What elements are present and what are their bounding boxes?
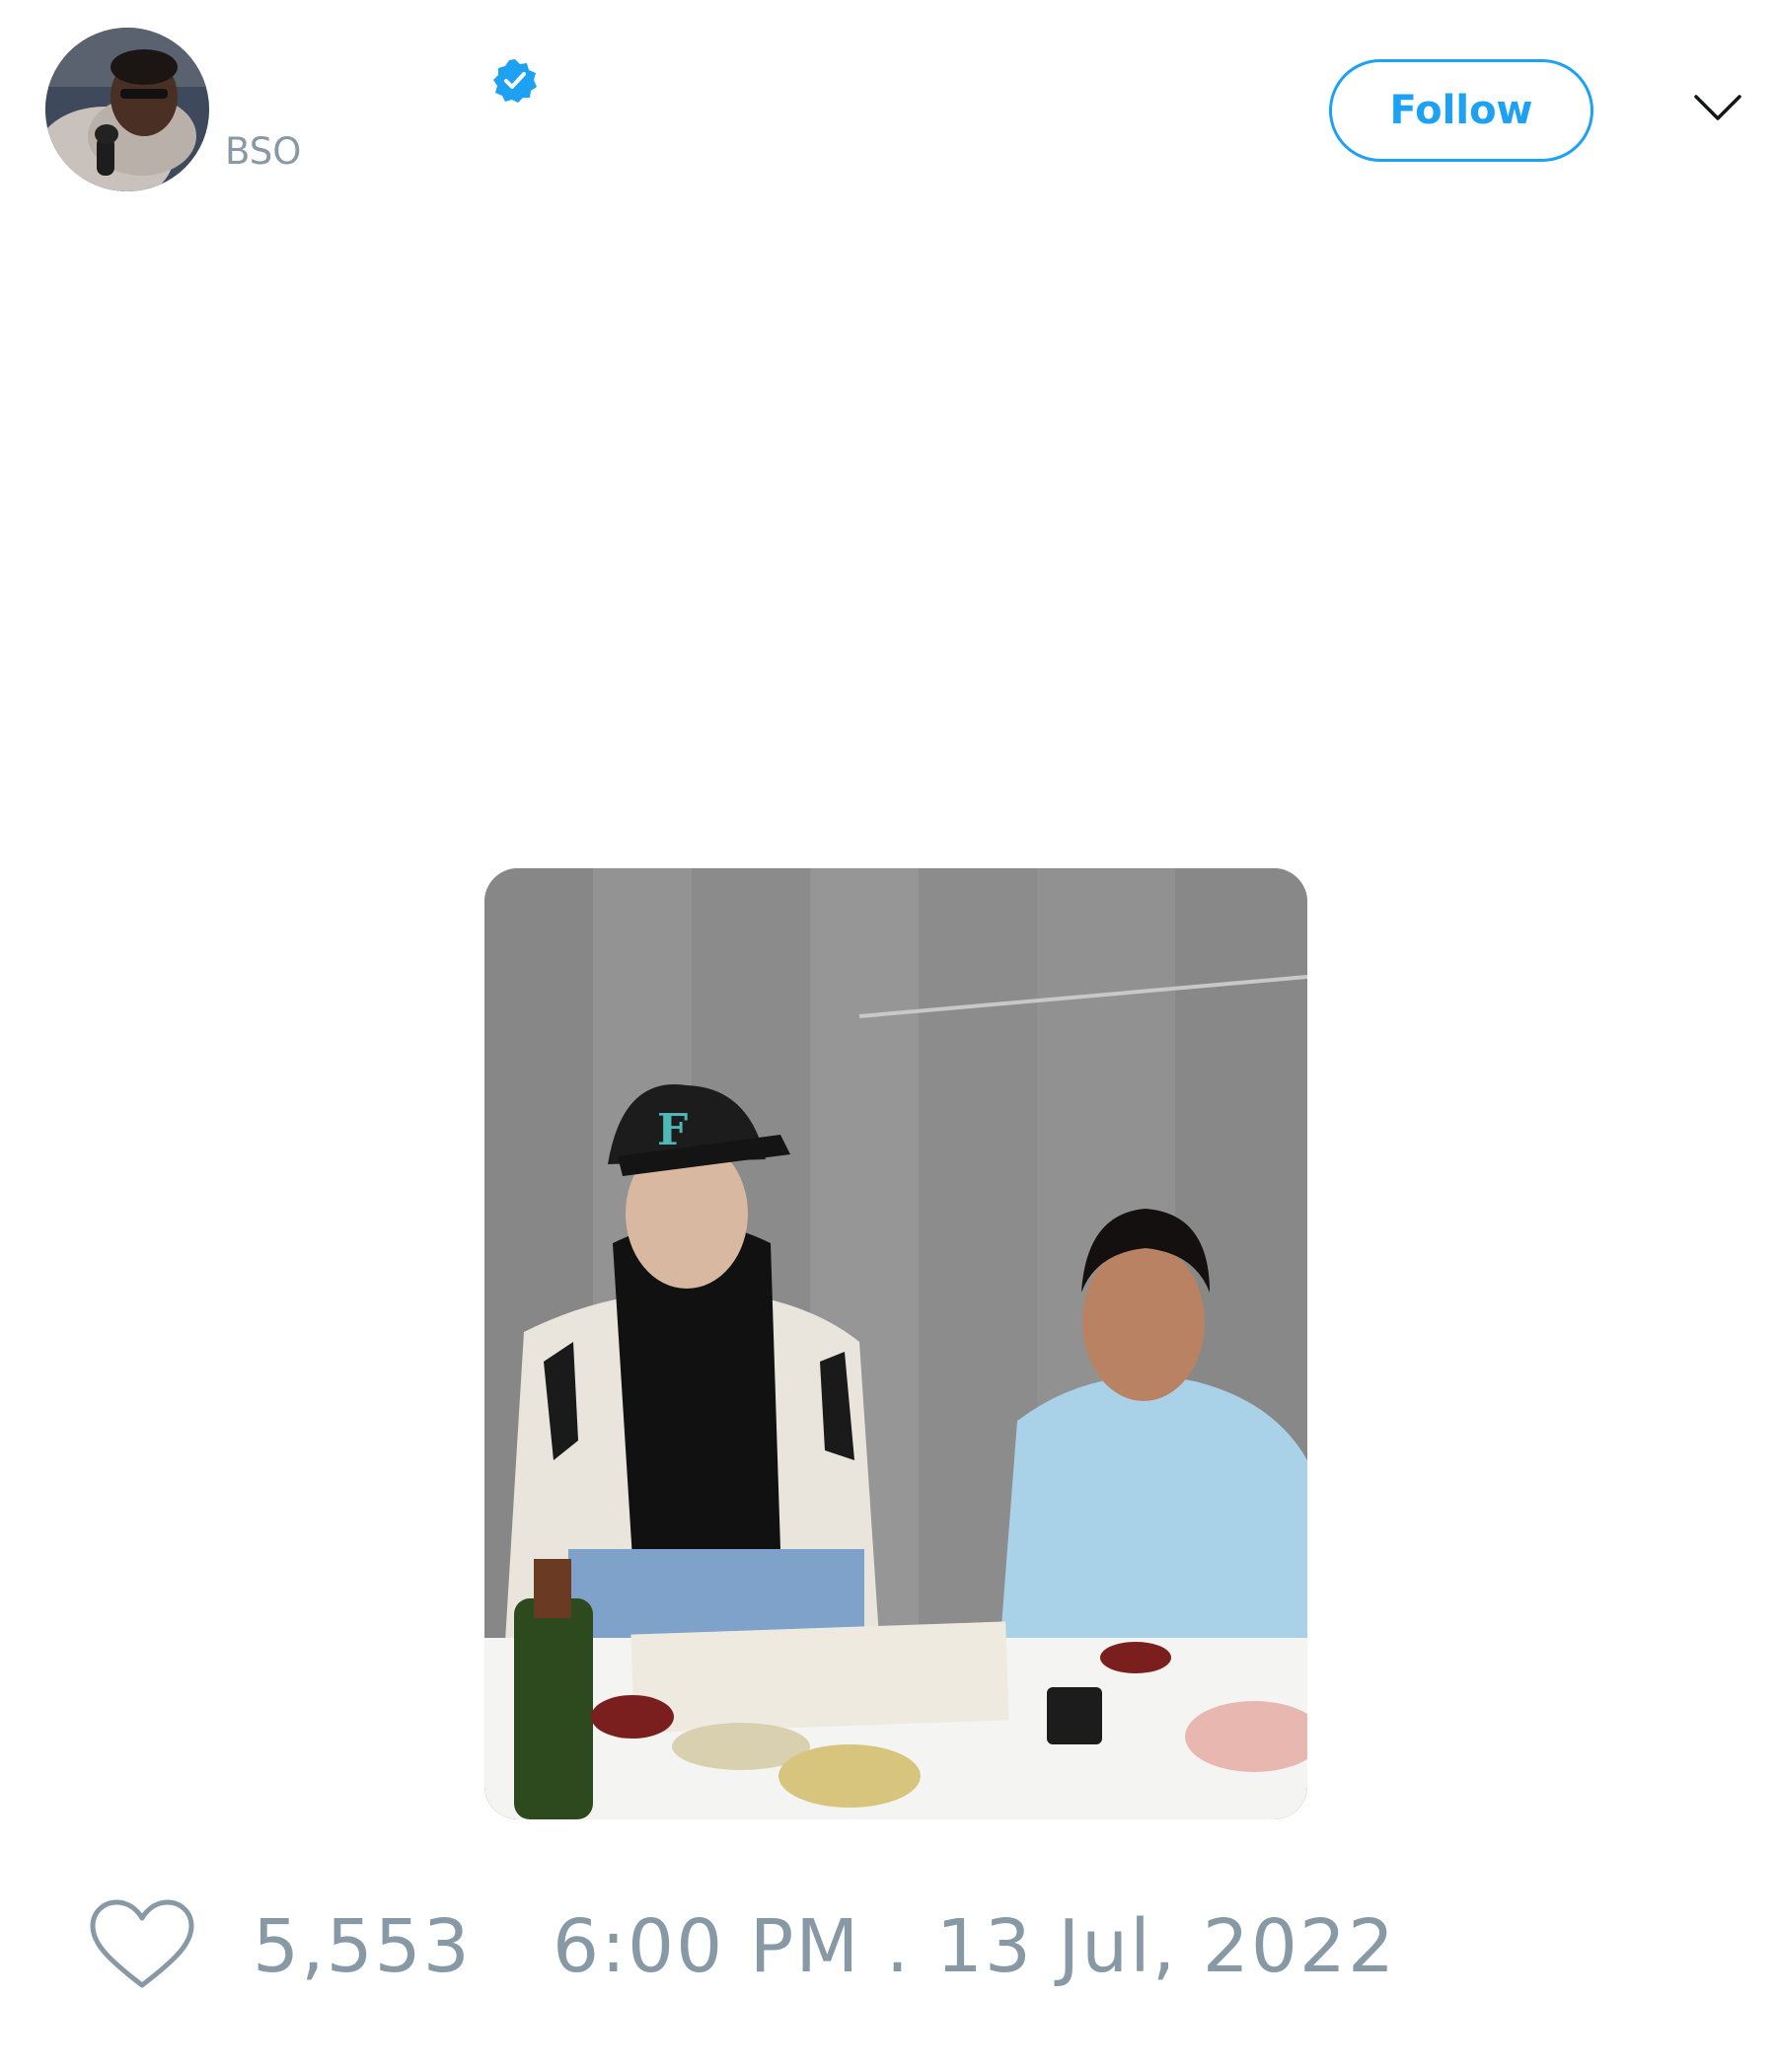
tweet-card: BSO Follow F 5,553 6:00 PM . 13 Jul, 202… <box>0 0 1776 2072</box>
follow-button[interactable]: Follow <box>1329 59 1593 162</box>
avatar[interactable] <box>45 28 209 191</box>
author-handle[interactable]: BSO <box>225 130 301 173</box>
chevron-down-icon[interactable] <box>1693 93 1742 122</box>
tweet-timestamp[interactable]: 6:00 PM . 13 Jul, 2022 <box>553 1904 1396 1989</box>
tweet-photo[interactable]: F <box>484 868 1307 1819</box>
svg-text:F: F <box>657 1105 688 1155</box>
heart-icon[interactable] <box>89 1898 195 1993</box>
like-count: 5,553 <box>253 1904 472 1989</box>
verified-badge-icon <box>493 59 537 103</box>
